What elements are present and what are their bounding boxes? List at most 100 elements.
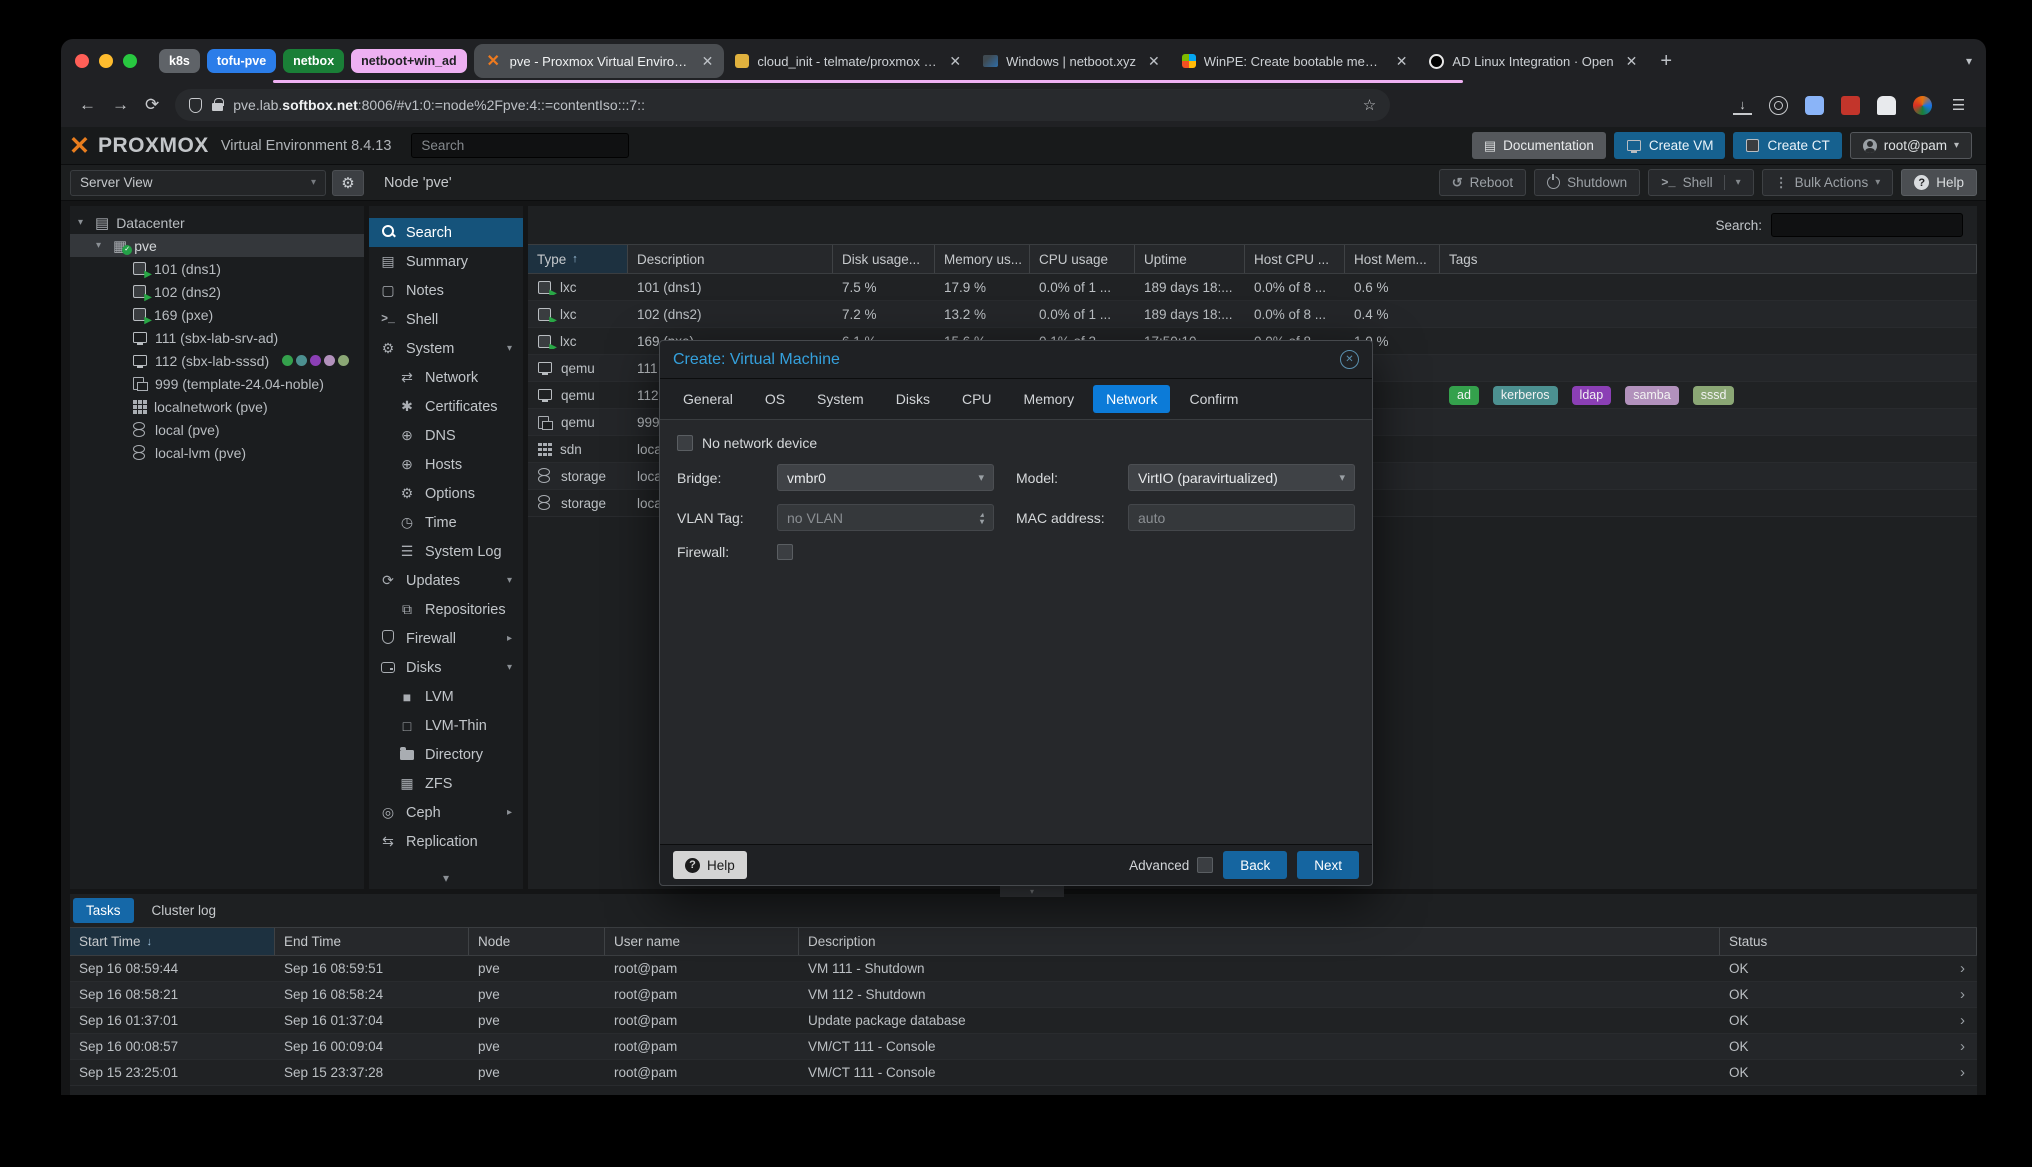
task-row[interactable]: Sep 15 23:25:01 Sep 15 23:37:28 pve root@pa… [70, 1060, 1977, 1086]
close-icon[interactable] [1340, 350, 1359, 369]
close-tab-icon[interactable] [1626, 53, 1638, 70]
minimize-window-button[interactable] [99, 54, 113, 68]
menu-item-updates[interactable]: Updates [369, 566, 523, 595]
tab-group-k8s[interactable]: k8s [159, 49, 200, 73]
menu-item-ceph[interactable]: Ceph [369, 798, 523, 827]
vlan-tag-input[interactable]: no VLAN [777, 504, 994, 531]
tree-item-pve[interactable]: pve [70, 234, 364, 257]
tab-os[interactable]: OS [752, 385, 798, 413]
collapse-arrow-icon[interactable] [507, 662, 512, 673]
tree-item-storage-local-lvm[interactable]: local-lvm (pve) [70, 441, 364, 464]
menu-item-disks[interactable]: Disks [369, 653, 523, 682]
tab-system[interactable]: System [804, 385, 877, 413]
column-header-end-time[interactable]: End Time [275, 928, 469, 955]
tree-item-storage-local[interactable]: local (pve) [70, 418, 364, 441]
collapse-arrow-icon[interactable] [507, 575, 512, 586]
column-header-cpu-usage[interactable]: CPU usage [1030, 245, 1135, 273]
menu-item-notes[interactable]: Notes [369, 276, 523, 305]
lock-warning-icon[interactable] [212, 98, 224, 111]
menu-item-time[interactable]: Time [369, 508, 523, 537]
ghostery-icon[interactable] [1877, 95, 1896, 115]
table-row[interactable]: lxc 102 (dns2)7.2 %13.2 %0.0% of 1 ...18… [528, 301, 1977, 328]
menu-item-zfs[interactable]: ZFS [369, 769, 523, 798]
row-chevron-icon[interactable] [1960, 1012, 1977, 1029]
column-header-type[interactable]: Type [528, 245, 628, 273]
tab-list-chevron-icon[interactable] [1966, 54, 1972, 68]
menu-scroll-chevron-icon[interactable] [369, 871, 523, 885]
adblock-icon[interactable] [1841, 95, 1860, 115]
back-button[interactable] [79, 95, 96, 115]
tab-winpe[interactable]: WinPE: Create bootable media | [1171, 44, 1419, 78]
dialog-help-button[interactable]: ? Help [673, 851, 747, 879]
server-view-select[interactable]: Server View [70, 169, 326, 196]
tab-confirm[interactable]: Confirm [1176, 385, 1251, 413]
expand-arrow-icon[interactable] [507, 633, 512, 644]
tree-item-ct-101[interactable]: 101 (dns1) [70, 257, 364, 280]
close-tab-icon[interactable] [702, 53, 714, 70]
tree-settings-button[interactable] [332, 169, 364, 196]
table-row[interactable]: lxc 101 (dns1)7.5 %17.9 %0.0% of 1 ...18… [528, 274, 1977, 301]
next-button[interactable]: Next [1297, 851, 1359, 879]
maximize-window-button[interactable] [123, 54, 137, 68]
task-row[interactable]: Sep 16 08:58:21 Sep 16 08:58:24 pve root@pa… [70, 982, 1977, 1008]
global-search-input[interactable]: Search [411, 133, 630, 158]
menu-item-dns[interactable]: DNS [369, 421, 523, 450]
collapse-arrow-icon[interactable] [507, 343, 512, 354]
downloads-icon[interactable] [1733, 96, 1752, 115]
create-vm-button[interactable]: Create VM [1613, 132, 1726, 159]
tab-memory[interactable]: Memory [1011, 385, 1088, 413]
task-row[interactable]: Sep 16 08:59:44 Sep 16 08:59:51 pve root@pa… [70, 956, 1977, 982]
tab-group-netboot-win-ad[interactable]: netboot+win_ad [351, 49, 467, 73]
mac-address-input[interactable]: auto [1128, 504, 1355, 531]
menu-item-hosts[interactable]: Hosts [369, 450, 523, 479]
tab-tasks[interactable]: Tasks [73, 898, 134, 923]
close-window-button[interactable] [75, 54, 89, 68]
dialog-resize-grip[interactable] [1000, 886, 1064, 897]
tab-group-netbox[interactable]: netbox [283, 49, 345, 73]
menu-item-shell[interactable]: Shell [369, 305, 523, 334]
column-header-status[interactable]: Status [1720, 928, 1977, 955]
column-header-node[interactable]: Node [469, 928, 605, 955]
create-ct-button[interactable]: Create CT [1733, 132, 1842, 159]
task-row[interactable]: Sep 16 01:37:01 Sep 16 01:37:04 pve root@pa… [70, 1008, 1977, 1034]
firewall-checkbox[interactable] [777, 544, 793, 560]
column-header-description[interactable]: Description [628, 245, 833, 273]
tree-item-ct-169[interactable]: 169 (pxe) [70, 303, 364, 326]
no-network-device-checkbox[interactable] [677, 435, 693, 451]
menu-item-certificates[interactable]: Certificates [369, 392, 523, 421]
menu-item-summary[interactable]: Summary [369, 247, 523, 276]
menu-item-directory[interactable]: Directory [369, 740, 523, 769]
tree-item-template-999[interactable]: 999 (template-24.04-noble) [70, 372, 364, 395]
close-tab-icon[interactable] [1396, 53, 1408, 70]
tab-cluster-log[interactable]: Cluster log [139, 898, 230, 923]
user-menu-button[interactable]: root@pam [1849, 132, 1972, 159]
tree-item-localnetwork[interactable]: localnetwork (pve) [70, 395, 364, 418]
menu-item-search[interactable]: Search [369, 218, 523, 247]
column-header-memory-usage[interactable]: Memory us... [935, 245, 1030, 273]
row-chevron-icon[interactable] [1960, 986, 1977, 1003]
tab-netboot-windows[interactable]: Windows | netboot.xyz [972, 44, 1171, 78]
menu-item-firewall[interactable]: Firewall [369, 624, 523, 653]
tab-cpu[interactable]: CPU [949, 385, 1005, 413]
model-select[interactable]: VirtIO (paravirtualized) [1128, 464, 1355, 491]
column-header-host-cpu[interactable]: Host CPU ... [1245, 245, 1345, 273]
row-chevron-icon[interactable] [1960, 1064, 1977, 1081]
advanced-checkbox[interactable] [1197, 857, 1214, 873]
column-header-disk-usage[interactable]: Disk usage... [833, 245, 935, 273]
task-row[interactable]: Sep 16 00:08:57 Sep 16 00:09:04 pve root@pa… [70, 1034, 1977, 1060]
close-tab-icon[interactable] [1148, 53, 1160, 70]
browser-menu-icon[interactable] [1949, 96, 1968, 115]
menu-item-network[interactable]: Network [369, 363, 523, 392]
address-bar[interactable]: pve.lab.softbox.net:8006/#v1:0:=node%2Fp… [175, 89, 1391, 121]
tab-general[interactable]: General [670, 385, 746, 413]
shell-button[interactable]: Shell [1648, 169, 1754, 196]
extension-icon[interactable] [1805, 95, 1824, 115]
forward-button[interactable] [112, 95, 129, 115]
menu-item-replication[interactable]: Replication [369, 827, 523, 856]
reboot-button[interactable]: Reboot [1438, 169, 1527, 196]
tab-ad-linux-integration[interactable]: AD Linux Integration · Open [1418, 44, 1648, 78]
documentation-button[interactable]: Documentation [1471, 132, 1606, 159]
column-header-user-name[interactable]: User name [605, 928, 799, 955]
tree-item-datacenter[interactable]: Datacenter [70, 211, 364, 234]
menu-item-options[interactable]: Options [369, 479, 523, 508]
